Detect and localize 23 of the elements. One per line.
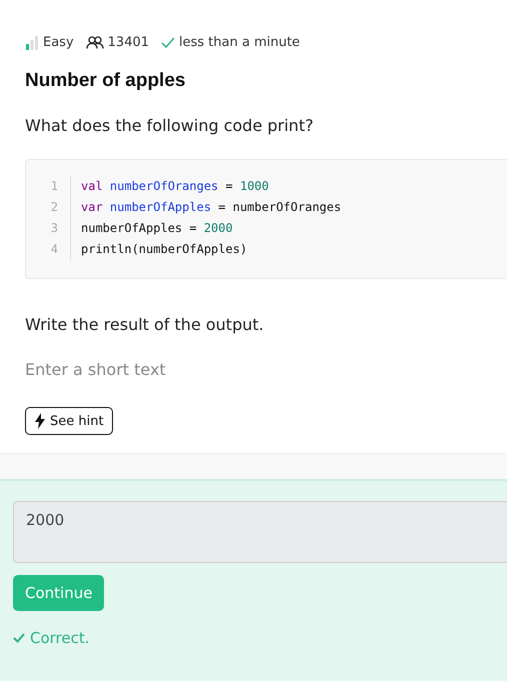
problem-title: Number of apples	[25, 70, 186, 92]
users-icon	[86, 36, 104, 49]
feedback-text: Correct.	[30, 629, 90, 647]
see-hint-button[interactable]: See hint	[25, 407, 113, 435]
check-icon	[13, 633, 25, 643]
lightning-icon	[34, 413, 46, 429]
instruction-text: Write the result of the output.	[25, 315, 265, 334]
code-line: var numberOfApples = numberOfOranges	[80, 199, 342, 216]
difficulty-bars-icon	[25, 36, 39, 50]
difficulty-label: Easy	[43, 35, 74, 50]
solved-count: 13401	[108, 35, 150, 50]
check-icon	[161, 36, 176, 48]
code-line: numberOfApples = 2000	[80, 220, 233, 237]
question-text: What does the following code print?	[25, 116, 314, 135]
line-number: 3	[26, 218, 71, 239]
line-number: 1	[26, 176, 71, 197]
line-number: 2	[26, 197, 71, 218]
code-line: val numberOfOranges = 1000	[80, 178, 269, 195]
line-number: 4	[26, 239, 71, 260]
code-line: println(numberOfApples)	[80, 241, 248, 258]
answer-input-field[interactable]: Enter a short text	[25, 360, 325, 379]
time-estimate: less than a minute	[179, 35, 300, 50]
submitted-answer-field[interactable]: 2000	[13, 501, 507, 563]
